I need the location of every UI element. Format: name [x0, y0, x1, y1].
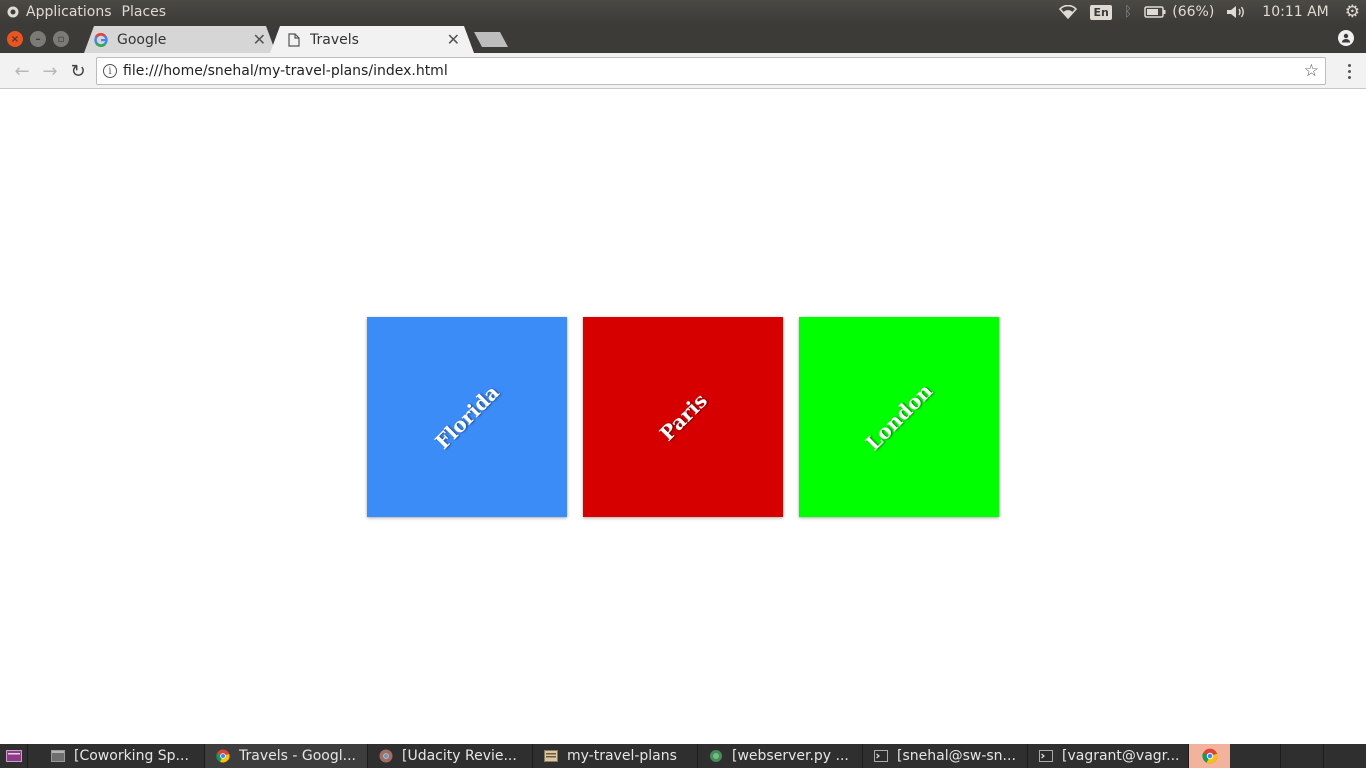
panel-indicators: En ᛒ (66%) 10:11 AM ⚙ — [1052, 0, 1366, 24]
bluetooth-icon[interactable]: ᛒ — [1118, 0, 1138, 24]
chrome-menu-icon[interactable] — [1346, 62, 1352, 80]
taskbar-item[interactable]: [Udacity Revie... — [368, 744, 533, 768]
terminal-icon — [1038, 748, 1054, 764]
card-label: Paris — [654, 388, 712, 446]
maximize-window-button[interactable]: ▫ — [53, 31, 69, 47]
taskbar-item[interactable]: [Coworking Sp... — [28, 744, 205, 768]
new-tab-button[interactable] — [474, 32, 508, 47]
chrome-launcher-icon[interactable] — [1189, 744, 1230, 768]
web-page-content: Florida Paris London — [0, 90, 1366, 744]
browser-toolbar: ← → ↻ i file:///home/snehal/my-travel-pl… — [0, 53, 1366, 89]
taskbar-item-label: my-travel-plans — [567, 748, 677, 764]
taskbar-item-label: Travels - Googl... — [239, 748, 356, 764]
google-favicon-icon — [93, 32, 109, 48]
battery-percent: (66%) — [1172, 4, 1215, 20]
reload-icon[interactable]: ↻ — [66, 59, 90, 83]
card-label: Florida — [430, 380, 504, 454]
show-desktop-icon[interactable] — [0, 744, 28, 768]
taskbar-item-label: [snehal@sw-sn... — [897, 748, 1016, 764]
forward-arrow-icon[interactable]: → — [38, 59, 62, 83]
tab-google[interactable]: Google ✕ — [84, 26, 276, 53]
bookmark-star-icon[interactable]: ☆ — [1304, 61, 1319, 81]
taskbar: [Coworking Sp... Travels - Googl... [Uda… — [0, 744, 1366, 768]
applications-menu[interactable]: Applications — [21, 4, 117, 20]
taskbar-item[interactable]: Travels - Googl... — [205, 744, 368, 768]
battery-icon[interactable] — [1138, 0, 1172, 24]
window-icon — [50, 748, 66, 764]
taskbar-item[interactable]: my-travel-plans — [533, 744, 698, 768]
minimize-window-button[interactable]: – — [30, 31, 46, 47]
terminal-icon — [873, 748, 889, 764]
taskbar-item-label: [vagrant@vagr... — [1062, 748, 1180, 764]
info-icon[interactable]: i — [103, 64, 117, 78]
top-panel: Applications Places En ᛒ (66%) 10:11 AM … — [0, 0, 1366, 24]
panel-menu: Applications Places — [0, 0, 176, 24]
profile-icon[interactable] — [1338, 30, 1354, 46]
volume-icon[interactable] — [1220, 0, 1252, 24]
taskbar-item[interactable]: [vagrant@vagr... — [1028, 744, 1189, 768]
document-favicon-icon — [286, 32, 302, 48]
clock[interactable]: 10:11 AM — [1252, 0, 1338, 24]
wifi-icon[interactable] — [1052, 0, 1084, 24]
url-text: file:///home/snehal/my-travel-plans/inde… — [123, 63, 448, 79]
destination-card-london: London — [799, 317, 999, 517]
keyboard-layout-indicator[interactable]: En — [1084, 0, 1117, 24]
language-label: En — [1090, 4, 1112, 20]
address-bar[interactable]: i file:///home/snehal/my-travel-plans/in… — [96, 57, 1326, 85]
close-tab-icon[interactable]: ✕ — [253, 30, 266, 49]
taskbar-item-label: [Udacity Revie... — [402, 748, 517, 764]
taskbar-item[interactable]: [webserver.py ... — [698, 744, 863, 768]
chrome-icon — [378, 748, 394, 764]
destination-card-florida: Florida — [367, 317, 567, 517]
places-menu[interactable]: Places — [117, 4, 172, 20]
close-window-button[interactable]: × — [7, 31, 23, 47]
chrome-icon — [215, 748, 231, 764]
close-tab-icon[interactable]: ✕ — [447, 30, 460, 49]
card-label: London — [860, 378, 938, 456]
taskbar-item-label: [webserver.py ... — [732, 748, 849, 764]
taskbar-item[interactable]: [snehal@sw-sn... — [863, 744, 1028, 768]
session-gear-icon[interactable]: ⚙ — [1339, 0, 1366, 24]
tab-travels[interactable]: Travels ✕ — [270, 26, 474, 53]
folder-icon — [543, 748, 559, 764]
destination-card-paris: Paris — [583, 317, 783, 517]
editor-icon — [708, 748, 724, 764]
tab-title: Google — [117, 31, 167, 48]
tab-strip: × – ▫ Google ✕ Travels ✕ — [0, 24, 1366, 53]
taskbar-item-label: [Coworking Sp... — [74, 748, 189, 764]
workspace-switcher[interactable] — [1230, 744, 1366, 768]
ubuntu-logo-icon[interactable] — [5, 0, 21, 24]
back-arrow-icon[interactable]: ← — [10, 59, 34, 83]
tab-title: Travels — [310, 31, 359, 48]
